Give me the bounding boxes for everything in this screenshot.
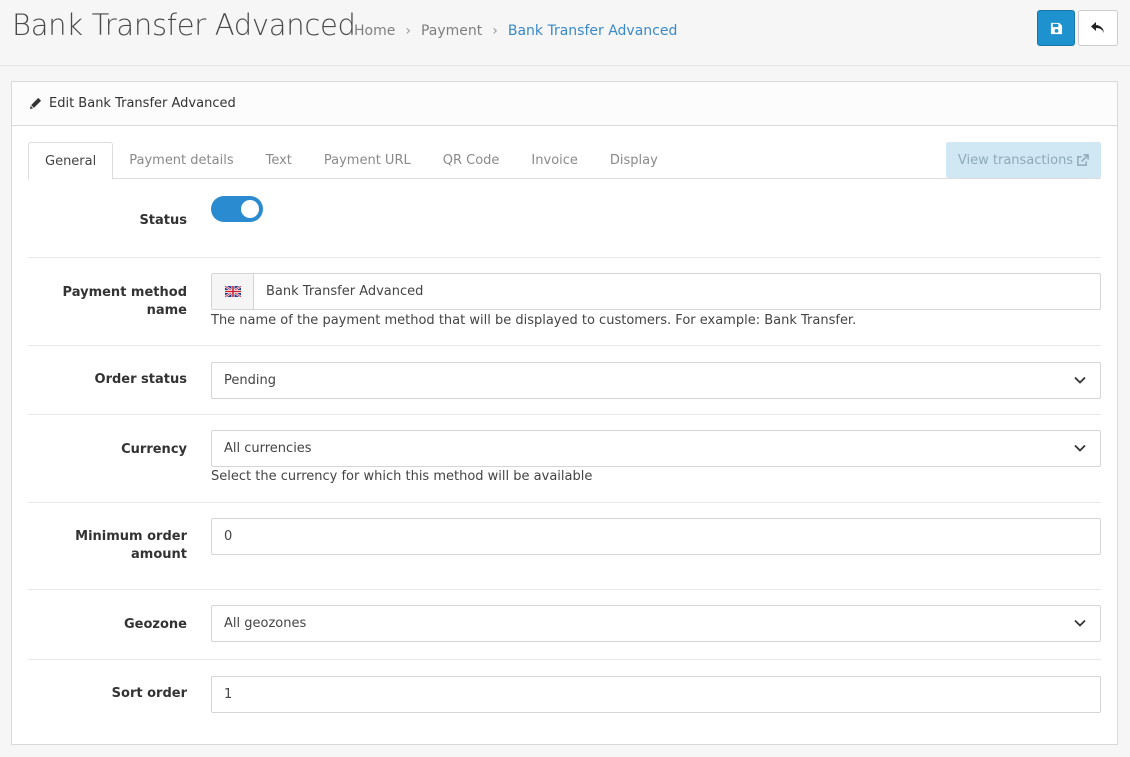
save-button[interactable] (1037, 10, 1075, 46)
chevron-right-icon: › (492, 23, 498, 39)
view-transactions-button[interactable]: View transactions (946, 142, 1101, 178)
tab-bar: General Payment details Text Payment URL… (28, 142, 1101, 180)
min-order-input[interactable]: 0 (211, 518, 1101, 555)
chevron-down-icon (1074, 376, 1086, 384)
breadcrumb-home[interactable]: Home (354, 23, 395, 39)
uk-flag-icon (224, 286, 241, 297)
chevron-right-icon: › (405, 23, 411, 39)
order-status-value: Pending (224, 373, 276, 388)
payment-name-row: Payment method name Bank Transfer Advanc… (28, 258, 1101, 346)
reply-icon (1091, 22, 1104, 33)
sort-order-row: Sort order 1 (28, 660, 1101, 730)
min-order-value: 0 (224, 529, 233, 544)
breadcrumb: Home › Payment › Bank Transfer Advanced (354, 23, 677, 39)
page-header: Bank Transfer Advanced Home › Payment › … (0, 0, 1130, 66)
tab-general[interactable]: General (28, 142, 114, 180)
payment-name-help: The name of the payment method that will… (211, 313, 857, 328)
back-button[interactable] (1078, 10, 1118, 46)
payment-name-label: Payment method name (62, 285, 187, 318)
geozone-row: Geozone All geozones (28, 590, 1101, 660)
view-transactions-label: View transactions (957, 152, 1074, 168)
breadcrumb-current[interactable]: Bank Transfer Advanced (508, 23, 678, 39)
status-toggle[interactable] (211, 196, 263, 222)
toggle-knob (241, 200, 259, 218)
currency-help: Select the currency for which this metho… (211, 469, 593, 484)
order-status-select[interactable]: Pending (211, 362, 1101, 399)
min-order-label-line2: amount (131, 547, 187, 562)
tab-text[interactable]: Text (250, 142, 308, 179)
tab-qr-code[interactable]: QR Code (427, 142, 516, 179)
sort-order-input[interactable]: 1 (211, 676, 1101, 713)
tab-payment-details[interactable]: Payment details (113, 142, 249, 179)
breadcrumb-payment[interactable]: Payment (421, 23, 482, 39)
pencil-icon (29, 97, 42, 110)
tab-payment-url[interactable]: Payment URL (308, 142, 427, 179)
currency-label: Currency (121, 442, 187, 457)
tab-invoice[interactable]: Invoice (515, 142, 593, 179)
min-order-row: Minimum order amount 0 (28, 503, 1101, 590)
panel-heading-text: Edit Bank Transfer Advanced (49, 96, 236, 111)
currency-row: Currency All currencies Select the curre… (28, 415, 1101, 503)
external-link-icon (1077, 153, 1089, 166)
order-status-label: Order status (94, 372, 187, 387)
min-order-label: Minimum order amount (28, 528, 187, 564)
sort-order-label: Sort order (111, 686, 187, 701)
payment-name-value: Bank Transfer Advanced (266, 284, 424, 299)
currency-value: All currencies (224, 441, 312, 456)
edit-panel: Edit Bank Transfer Advanced General Paym… (11, 81, 1118, 745)
page-title: Bank Transfer Advanced (12, 8, 356, 42)
currency-select[interactable]: All currencies (211, 430, 1101, 467)
geozone-select[interactable]: All geozones (211, 605, 1101, 642)
geozone-value: All geozones (224, 616, 307, 631)
panel-heading: Edit Bank Transfer Advanced (12, 82, 1117, 126)
chevron-down-icon (1074, 619, 1086, 627)
status-label: Status (139, 213, 187, 228)
geozone-label: Geozone (124, 617, 187, 632)
sort-order-value: 1 (224, 687, 233, 702)
payment-name-input[interactable]: Bank Transfer Advanced (211, 273, 1101, 310)
chevron-down-icon (1074, 444, 1086, 452)
tab-display[interactable]: Display (594, 142, 674, 179)
status-row: Status (28, 179, 1101, 258)
language-flag (212, 274, 254, 309)
order-status-row: Order status Pending (28, 346, 1101, 415)
min-order-label-line1: Minimum order (75, 529, 187, 544)
save-icon (1050, 22, 1062, 34)
